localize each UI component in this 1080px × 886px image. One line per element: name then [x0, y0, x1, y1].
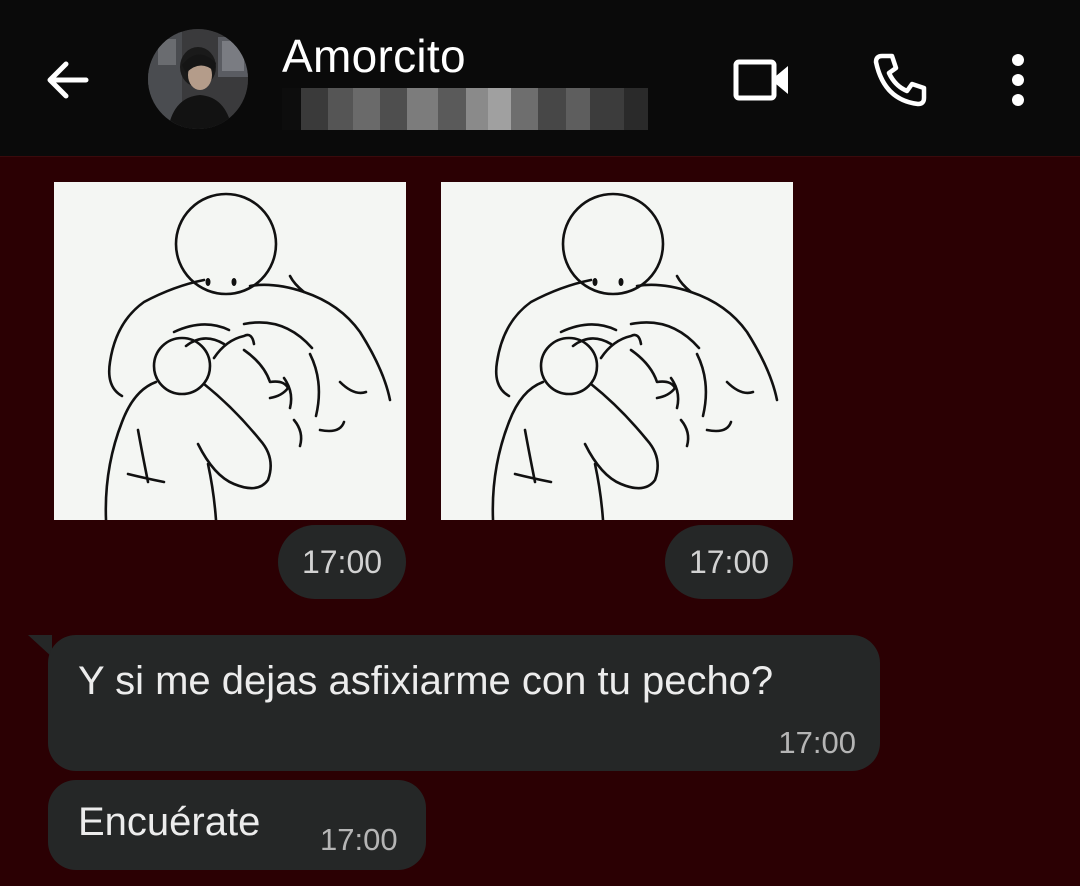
contact-status-blurred — [282, 88, 649, 130]
cartoon-hug-illustration — [104, 192, 392, 520]
message-bubble[interactable]: Y si me dejas asfixiarme con tu pecho? 1… — [48, 635, 880, 771]
chat-header: Amorcito — [0, 0, 1080, 157]
more-vertical-icon — [1012, 54, 1024, 106]
voice-call-button[interactable] — [868, 48, 932, 112]
message-bubble[interactable]: Encuérate 17:00 — [48, 780, 426, 870]
message-time: 17:00 — [665, 525, 793, 599]
chat-screen: Amorcito 17:00 17:00 Y si me dejas asfix… — [0, 0, 1080, 886]
avatar[interactable] — [148, 29, 248, 129]
message-time: 17:00 — [278, 525, 406, 599]
video-call-button[interactable] — [730, 48, 794, 112]
image-message[interactable] — [54, 182, 406, 520]
contact-photo — [148, 29, 248, 129]
message-time: 17:00 — [320, 822, 398, 857]
image-message[interactable] — [441, 182, 793, 520]
message-time: 17:00 — [778, 725, 856, 760]
back-button[interactable] — [36, 50, 100, 110]
arrow-left-icon — [47, 61, 89, 99]
contact-name[interactable]: Amorcito — [282, 28, 466, 84]
message-text: Encuérate — [78, 800, 261, 844]
video-call-icon — [733, 59, 788, 101]
phone-icon — [873, 53, 927, 107]
message-text: Y si me dejas asfixiarme con tu pecho? — [78, 659, 774, 703]
more-options-button[interactable] — [986, 48, 1050, 112]
cartoon-hug-illustration — [491, 192, 779, 520]
